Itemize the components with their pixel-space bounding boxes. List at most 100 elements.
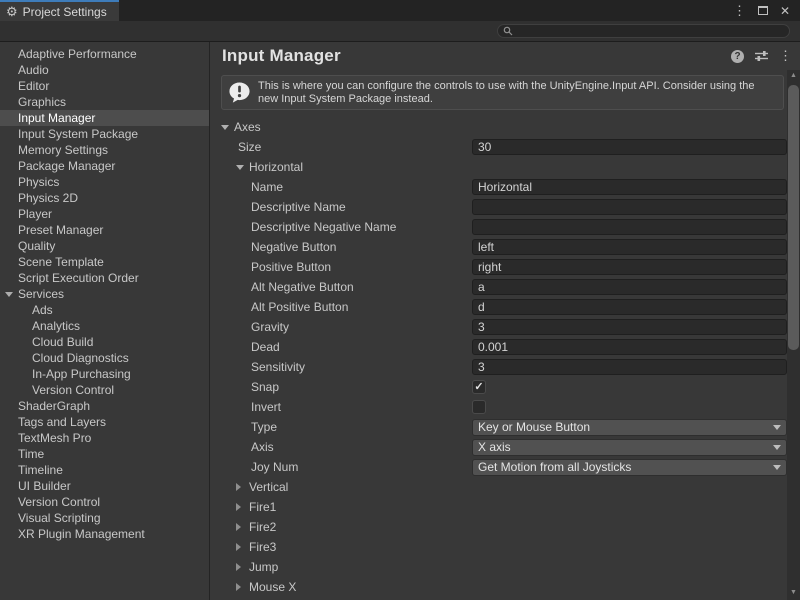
maximize-icon[interactable]: [758, 6, 768, 15]
name-field[interactable]: Horizontal: [472, 179, 787, 195]
type-dropdown[interactable]: Key or Mouse Button: [472, 419, 787, 436]
field-wrap: [472, 219, 787, 235]
sidebar-item-adaptive-performance[interactable]: Adaptive Performance: [0, 46, 209, 62]
foldout-closed-icon[interactable]: [236, 483, 249, 491]
context-menu-icon[interactable]: ⋮: [779, 48, 792, 64]
foldout-closed-icon[interactable]: [236, 523, 249, 531]
joy-num-dropdown[interactable]: Get Motion from all Joysticks: [472, 459, 787, 476]
alt-positive-button-field[interactable]: d: [472, 299, 787, 315]
sidebar-item-timeline[interactable]: Timeline: [0, 462, 209, 478]
sidebar-item-audio[interactable]: Audio: [0, 62, 209, 78]
sidebar-item-preset-manager[interactable]: Preset Manager: [0, 222, 209, 238]
sidebar-item-input-manager[interactable]: Input Manager: [0, 110, 209, 126]
invert-checkbox[interactable]: [472, 400, 486, 414]
field-label: Invert: [251, 400, 281, 414]
row-mouse-x: Mouse X: [210, 577, 787, 597]
descriptive-name-field[interactable]: [472, 199, 787, 215]
field-label-wrap: Vertical: [210, 480, 472, 494]
sidebar-item-editor[interactable]: Editor: [0, 78, 209, 94]
field-label: Axis: [251, 440, 274, 454]
field-label-wrap: Alt Positive Button: [210, 300, 472, 314]
sidebar-item-ads[interactable]: Ads: [0, 302, 209, 318]
positive-button-field[interactable]: right: [472, 259, 787, 275]
sidebar-item-cloud-build[interactable]: Cloud Build: [0, 334, 209, 350]
foldout-closed-icon[interactable]: [236, 563, 249, 571]
descriptive-negative-name-field[interactable]: [472, 219, 787, 235]
help-icon[interactable]: ?: [731, 50, 744, 63]
search-icon: [503, 26, 513, 36]
sidebar-item-package-manager[interactable]: Package Manager: [0, 158, 209, 174]
field-label-wrap: Fire3: [210, 540, 472, 554]
search-input[interactable]: [516, 25, 776, 37]
row-joy-num: Joy Num Get Motion from all Joysticks: [210, 457, 787, 477]
preset-icon[interactable]: [755, 50, 768, 62]
sidebar-item-label: Timeline: [18, 463, 63, 477]
foldout-closed-icon[interactable]: [236, 543, 249, 551]
foldout-closed-icon[interactable]: [236, 503, 249, 511]
sidebar-item-label: Cloud Diagnostics: [32, 351, 129, 365]
foldout-open-icon[interactable]: [236, 165, 249, 170]
dropdown-value: Get Motion from all Joysticks: [478, 460, 631, 474]
sidebar-item-label: Ads: [32, 303, 53, 317]
sidebar-item-label: Memory Settings: [18, 143, 108, 157]
sidebar-item-quality[interactable]: Quality: [0, 238, 209, 254]
sidebar-item-label: Input Manager: [18, 111, 95, 125]
sidebar-item-cloud-diagnostics[interactable]: Cloud Diagnostics: [0, 350, 209, 366]
row-descriptive-negative-name: Descriptive Negative Name: [210, 217, 787, 237]
scrollbar-thumb[interactable]: [788, 85, 799, 350]
scroll-down-icon[interactable]: ▼: [787, 587, 800, 599]
sidebar-item-services[interactable]: Services: [0, 286, 209, 302]
sidebar-item-player[interactable]: Player: [0, 206, 209, 222]
foldout-open-icon[interactable]: [221, 125, 234, 130]
sidebar-item-time[interactable]: Time: [0, 446, 209, 462]
sidebar-item-input-system-package[interactable]: Input System Package: [0, 126, 209, 142]
foldout-open-icon[interactable]: [5, 292, 13, 297]
alt-negative-button-field[interactable]: a: [472, 279, 787, 295]
size-field[interactable]: 30: [472, 139, 787, 155]
search-box[interactable]: [497, 24, 790, 38]
field-label-wrap: Snap: [210, 380, 472, 394]
sidebar-item-physics[interactable]: Physics: [0, 174, 209, 190]
sidebar-item-in-app-purchasing[interactable]: In-App Purchasing: [0, 366, 209, 382]
field-label: Snap: [251, 380, 279, 394]
tab-project-settings[interactable]: ⚙ Project Settings: [0, 0, 119, 21]
field-wrap: 3: [472, 359, 787, 375]
sidebar-item-scene-template[interactable]: Scene Template: [0, 254, 209, 270]
sidebar-item-version-control[interactable]: Version Control: [0, 494, 209, 510]
sidebar-item-xr-plugin-management[interactable]: XR Plugin Management: [0, 526, 209, 542]
row-dead: Dead0.001: [210, 337, 787, 357]
row-vertical: Vertical: [210, 477, 787, 497]
axis-dropdown[interactable]: X axis: [472, 439, 787, 456]
sidebar-item-physics-2d[interactable]: Physics 2D: [0, 190, 209, 206]
sidebar-item-memory-settings[interactable]: Memory Settings: [0, 142, 209, 158]
field-label-wrap: Negative Button: [210, 240, 472, 254]
tab-title: Project Settings: [23, 5, 107, 19]
close-icon[interactable]: ✕: [780, 4, 790, 18]
field-label: Fire2: [249, 520, 276, 534]
scroll-up-icon[interactable]: ▲: [787, 70, 800, 82]
gravity-field[interactable]: 3: [472, 319, 787, 335]
vertical-scrollbar[interactable]: ▲ ▼: [787, 70, 800, 600]
foldout-closed-icon[interactable]: [236, 583, 249, 591]
field-label: Joy Num: [251, 460, 298, 474]
sidebar-item-shadergraph[interactable]: ShaderGraph: [0, 398, 209, 414]
window-menu-icon[interactable]: ⋮: [733, 3, 746, 19]
field-label: Vertical: [249, 480, 288, 494]
sidebar-item-analytics[interactable]: Analytics: [0, 318, 209, 334]
sidebar-item-label: Player: [18, 207, 52, 221]
sidebar-item-tags-and-layers[interactable]: Tags and Layers: [0, 414, 209, 430]
snap-checkbox[interactable]: ✓: [472, 380, 486, 394]
sidebar-item-label: Editor: [18, 79, 49, 93]
sidebar-item-graphics[interactable]: Graphics: [0, 94, 209, 110]
negative-button-field[interactable]: left: [472, 239, 787, 255]
sensitivity-field[interactable]: 3: [472, 359, 787, 375]
sidebar-item-textmesh-pro[interactable]: TextMesh Pro: [0, 430, 209, 446]
sidebar-item-visual-scripting[interactable]: Visual Scripting: [0, 510, 209, 526]
info-helpbox: This is where you can configure the cont…: [221, 75, 784, 110]
chevron-down-icon: [773, 465, 781, 470]
sidebar-item-version-control[interactable]: Version Control: [0, 382, 209, 398]
sidebar-item-ui-builder[interactable]: UI Builder: [0, 478, 209, 494]
sidebar-item-script-execution-order[interactable]: Script Execution Order: [0, 270, 209, 286]
dead-field[interactable]: 0.001: [472, 339, 787, 355]
sidebar-item-label: UI Builder: [18, 479, 71, 493]
